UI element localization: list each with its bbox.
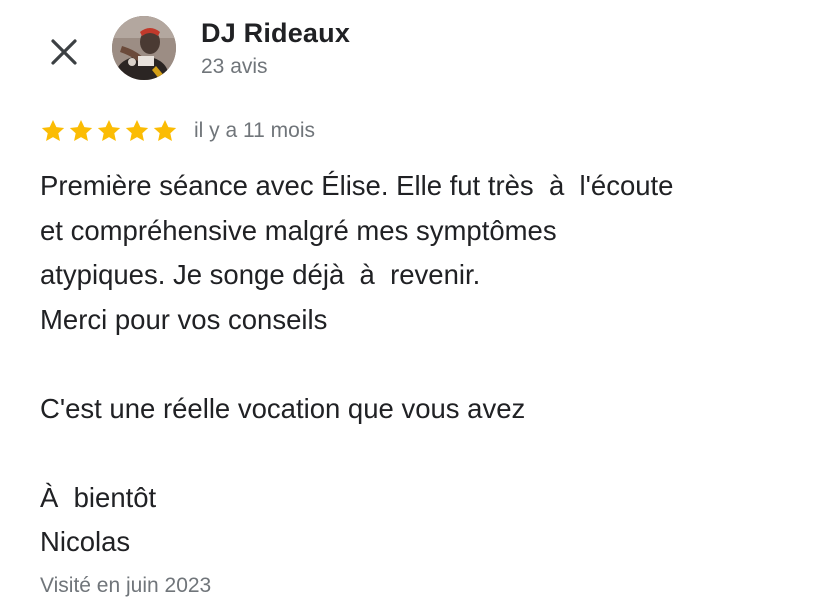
star-icon [153,119,177,141]
review-text-line: C'est une réelle vocation que vous avez [40,392,526,424]
close-button[interactable] [42,30,86,74]
review-text-line: Nicolas [40,526,131,557]
star-icon [41,119,65,141]
rating-row: il y a 11 mois [40,116,315,146]
review-detail: DJ Rideaux 23 avis il y a 11 mois Premiè… [0,0,828,610]
review-text-line: Première séance avec Élise. Elle fut trè… [40,170,674,201]
review-text-line: atypiques. Je songe déjà à revenir. [40,259,481,290]
review-text: Première séance avec Élise. Elle fut trè… [40,164,820,565]
close-icon [51,39,77,65]
author-review-count: 23 avis [201,55,268,78]
review-text-line: et compréhensive malgré mes symptômes [40,214,557,246]
review-date: il y a 11 mois [194,119,315,142]
avatar[interactable] [112,16,176,80]
star-icon [69,119,93,141]
review-text-line [40,342,820,387]
review-text-line [40,431,820,476]
review-text-line: Merci pour vos conseils [40,303,328,335]
star-icon [97,119,121,141]
star-icon [125,119,149,141]
author-name[interactable]: DJ Rideaux [201,18,350,49]
avatar-image [112,16,176,80]
star-rating [40,118,178,144]
visit-date: Visité en juin 2023 [40,574,212,597]
review-text-line: À bientôt [40,481,157,513]
